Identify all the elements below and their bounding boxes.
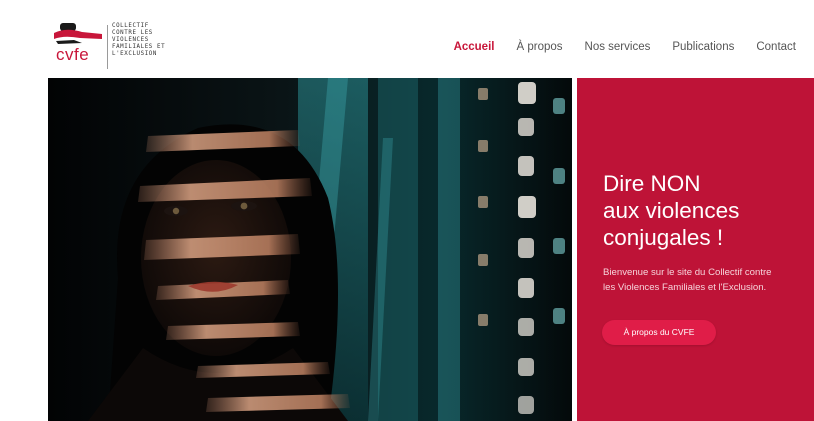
- nav-item-contact[interactable]: Contact: [756, 41, 796, 53]
- hero-panel: Dire NON aux violences conjugales ! Bien…: [577, 78, 814, 421]
- logo-tagline-line: CONTRE LES: [112, 29, 153, 36]
- logo-mark-icon: [54, 23, 102, 44]
- page: cvfe COLLECTIF CONTRE LES VIOLENCES FAMI…: [0, 0, 814, 421]
- nav-item-nos-services[interactable]: Nos services: [585, 41, 651, 53]
- logo-wordmark: cvfe: [56, 45, 90, 64]
- logo-tagline: COLLECTIF CONTRE LES VIOLENCES FAMILIALE…: [112, 23, 182, 58]
- hero-intro-text: Bienvenue sur le site du Collectif contr…: [603, 265, 814, 295]
- hero-image: [48, 78, 572, 421]
- hero-title-line: Dire NON: [603, 171, 701, 196]
- logo-tagline-line: FAMILIALES ET: [112, 43, 166, 50]
- site-header: cvfe COLLECTIF CONTRE LES VIOLENCES FAMI…: [0, 0, 814, 78]
- logo-tagline-line: COLLECTIF: [112, 23, 149, 29]
- main-nav: Accueil À propos Nos services Publicatio…: [432, 40, 796, 54]
- hero-title-line: conjugales !: [603, 225, 724, 250]
- logo-tagline-line: VIOLENCES: [112, 36, 149, 43]
- logo-divider: [107, 25, 108, 69]
- hero-intro-line: les Violences Familiales et l'Exclusion.: [603, 282, 767, 293]
- hero-title-line: aux violences: [603, 198, 740, 223]
- hero-photo-illustration: [48, 78, 572, 421]
- nav-item-accueil[interactable]: Accueil: [454, 41, 495, 53]
- about-cvfe-button[interactable]: À propos du CVFE: [602, 320, 716, 345]
- logo-tagline-line: L'EXCLUSION: [112, 50, 157, 57]
- hero-intro-line: Bienvenue sur le site du Collectif contr…: [603, 267, 772, 278]
- cvfe-logo[interactable]: cvfe COLLECTIF CONTRE LES VIOLENCES FAMI…: [52, 21, 172, 71]
- nav-item-publications[interactable]: Publications: [672, 41, 734, 53]
- hero-title: Dire NON aux violences conjugales !: [603, 170, 803, 251]
- nav-item-a-propos[interactable]: À propos: [516, 41, 562, 53]
